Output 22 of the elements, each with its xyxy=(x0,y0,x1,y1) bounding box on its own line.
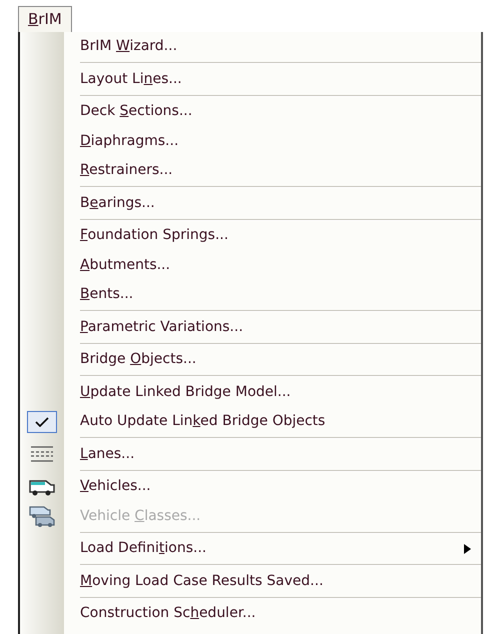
menu-item[interactable]: Abutments... xyxy=(64,254,481,276)
lanes-icon xyxy=(29,445,55,464)
menu-item[interactable]: Update Linked Bridge Model... xyxy=(64,382,481,403)
menu-item[interactable]: Layout Lines... xyxy=(64,68,481,90)
menu-item[interactable]: Restrainers... xyxy=(64,160,481,182)
menu-item[interactable]: Load Definitions... xyxy=(64,538,464,560)
menu-item[interactable]: Lanes... xyxy=(64,444,481,465)
menu-item[interactable]: Deck Sections... xyxy=(64,101,481,122)
menu-item[interactable]: Bridge Objects... xyxy=(64,349,481,370)
menu-item[interactable]: Diaphragms... xyxy=(64,130,481,152)
menu-item[interactable]: Moving Load Case Results Saved... xyxy=(64,570,481,592)
menu-item[interactable]: Construction Scheduler... xyxy=(64,603,481,624)
menu-item[interactable]: BrIM Wizard... xyxy=(64,36,481,58)
menu-title[interactable]: BrIM xyxy=(18,6,72,32)
menu-item[interactable]: Auto Update Linked Bridge Objects xyxy=(64,411,481,432)
truck-icon xyxy=(28,478,56,496)
menu-item[interactable]: Foundation Springs... xyxy=(64,225,481,246)
menu-item[interactable]: Bents... xyxy=(64,284,481,306)
menu-item[interactable]: Parametric Variations... xyxy=(64,316,481,338)
menu-item[interactable]: Bearings... xyxy=(64,192,481,214)
truck-classes-icon xyxy=(28,505,56,528)
menu-item[interactable]: Vehicles... xyxy=(64,476,481,498)
